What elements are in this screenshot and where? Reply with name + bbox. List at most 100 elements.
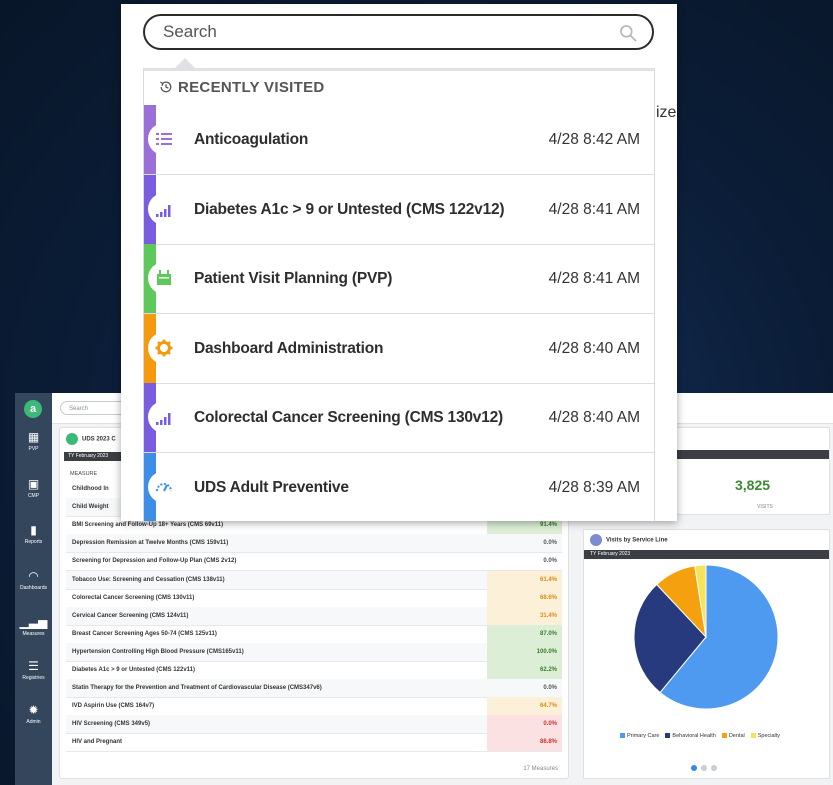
table-row[interactable]: Diabetes A1c > 9 or Untested (CMS 122v11… xyxy=(66,661,562,680)
visits-by-service-line-card: Visits by Service Line TY February 2023 … xyxy=(583,529,830,779)
recent-item[interactable]: Patient Visit Planning (PVP) 4/28 8:41 A… xyxy=(144,244,654,314)
measure-name: HIV Screening (CMS 349v5) xyxy=(72,721,151,728)
legend-swatch xyxy=(620,733,625,739)
list-icon: ☰ xyxy=(28,659,39,673)
recent-item[interactable]: Anticoagulation 4/28 8:42 AM xyxy=(144,105,654,175)
measure-value: 31.4% xyxy=(487,606,562,625)
background-text: ize xyxy=(656,104,677,121)
recently-visited-heading: RECENTLY VISITED xyxy=(158,79,325,96)
visits-value: 3,825 xyxy=(735,477,771,493)
table-row[interactable]: Screening for Depression and Follow-Up P… xyxy=(66,552,562,572)
recent-item-title: Anticoagulation xyxy=(194,131,309,148)
sidebar-item-label: Measures xyxy=(22,631,45,637)
recent-item-time: 4/28 8:42 AM xyxy=(548,131,640,148)
gauge-icon: ◠ xyxy=(28,569,39,583)
table-row[interactable]: Colorectal Cancer Screening (CMS 130v11)… xyxy=(66,588,562,608)
period-bar: TY February 2023 xyxy=(584,550,829,559)
measure-name: Breast Cancer Screening Ages 50-74 (CMS … xyxy=(72,630,217,637)
table-row[interactable]: Statin Therapy for the Prevention and Tr… xyxy=(66,679,562,699)
recent-item-time: 4/28 8:41 AM xyxy=(548,200,640,218)
legend-swatch xyxy=(721,733,727,739)
sidebar-item-admin[interactable]: ✹ Admin xyxy=(15,703,52,725)
measure-value: 0.0% xyxy=(543,558,557,565)
recent-item-title: Diabetes A1c > 9 or Untested (CMS 122v12… xyxy=(194,200,505,218)
chart-legend: Primary Care Behavioral Health Dental Speci… xyxy=(614,733,780,739)
gauge-icon xyxy=(148,470,180,503)
measure-value: 0.0% xyxy=(543,685,557,692)
search-input[interactable] xyxy=(163,22,603,42)
measure-name: Statin Therapy for the Prevention and Tr… xyxy=(72,685,322,692)
app-logo[interactable]: a xyxy=(24,400,42,418)
gear-icon xyxy=(148,331,180,364)
measure-name: Tobacco Use: Screening and Cessation (CM… xyxy=(72,576,225,583)
sidebar-item-reports[interactable]: ▮ Reports xyxy=(15,523,52,545)
sidebar-item-label: CMP xyxy=(27,493,40,499)
table-row[interactable]: HIV Screening (CMS 349v5) 0.0% xyxy=(66,715,562,735)
sidebar-item-cmp[interactable]: ▣ CMP xyxy=(15,477,52,499)
recent-item[interactable]: Diabetes A1c > 9 or Untested (CMS 122v12… xyxy=(144,174,654,245)
popover-caret xyxy=(175,58,195,68)
sidebar-item-registries[interactable]: ☰ Registries xyxy=(15,659,52,681)
calendar-icon: ▦ xyxy=(27,430,40,444)
measure-value: 62.2% xyxy=(487,661,562,679)
chart-icon xyxy=(590,534,602,546)
search-icon[interactable] xyxy=(618,23,638,43)
measure-value: 61.4% xyxy=(487,570,562,589)
measure-value: 86.8% xyxy=(487,733,562,752)
measure-count: 17 Measures xyxy=(523,766,558,772)
recent-item-time: 4/28 8:40 AM xyxy=(548,339,640,357)
measure-name: Colorectal Cancer Screening (CMS 130v11) xyxy=(72,594,195,601)
sidebar-item-pvp[interactable]: ▦ PVP xyxy=(15,430,52,452)
table-row[interactable]: IVD Aspirin Use (CMS 164v7) 64.7% xyxy=(66,697,562,717)
search-box[interactable] xyxy=(143,14,654,50)
sidebar-item-measures[interactable]: ▁▃▅ Measures xyxy=(15,615,52,637)
table-row[interactable]: Breast Cancer Screening Ages 50-74 (CMS … xyxy=(66,624,562,644)
recent-item-title: Colorectal Cancer Screening (CMS 130v12) xyxy=(194,409,504,426)
legend-swatch xyxy=(750,733,756,739)
visits-label: VISITS xyxy=(757,504,773,510)
recent-item-title: Dashboard Administration xyxy=(194,339,384,357)
bar-chart-icon xyxy=(148,192,180,225)
legend-swatch xyxy=(665,733,671,739)
sidebar-item-dashboards[interactable]: ◠ Dashboards xyxy=(15,569,52,591)
table-row[interactable]: Cervical Cancer Screening (CMS 124v11) 3… xyxy=(66,606,562,626)
table-row[interactable]: Hypertension Controlling High Blood Pres… xyxy=(66,642,562,662)
card-title: UDS 2023 C xyxy=(66,433,116,445)
table-row[interactable]: HIV and Pregnant 86.8% xyxy=(66,733,562,753)
clipboard-icon xyxy=(66,433,78,445)
sidebar-item-label: Admin xyxy=(26,719,41,725)
measure-name: Cervical Cancer Screening (CMS 124v11) xyxy=(72,612,189,619)
measure-value: 64.7% xyxy=(487,697,562,716)
measure-value: 0.0% xyxy=(543,540,557,547)
app-sidebar: a ▦ PVP ▣ CMP ▮ Reports ◠ Dashboards ▁▃▅… xyxy=(15,393,52,785)
measure-value: 87.0% xyxy=(487,624,562,643)
sidebar-item-label: Reports xyxy=(24,539,43,545)
legend-label: Dental xyxy=(728,733,745,739)
recent-item-title: UDS Adult Preventive xyxy=(194,478,349,496)
legend-label: Behavioral Health xyxy=(672,733,716,739)
measure-name: Diabetes A1c > 9 or Untested (CMS 122v11… xyxy=(72,667,195,673)
measure-name: Childhood In xyxy=(72,486,109,492)
search-popover: ize RECENTLY VISITED Anticoagulation 4/2… xyxy=(121,4,677,521)
carousel-dots[interactable] xyxy=(689,758,719,776)
measure-value: 100.0% xyxy=(487,642,562,661)
measure-name: HIV and Pregnant xyxy=(72,739,123,746)
measure-value: 68.6% xyxy=(487,588,562,607)
measure-name: IVD Aspirin Use (CMS 164v7) xyxy=(72,703,155,710)
recent-item[interactable]: Colorectal Cancer Screening (CMS 130v12)… xyxy=(144,383,654,453)
table-row[interactable]: Tobacco Use: Screening and Cessation (CM… xyxy=(66,570,562,590)
measure-name: Depression Remission at Twelve Months (C… xyxy=(72,540,229,547)
legend-label: Specialty xyxy=(757,733,781,739)
recent-item-time: 4/28 8:40 AM xyxy=(548,409,640,426)
recent-item[interactable]: Dashboard Administration 4/28 8:40 AM xyxy=(144,313,654,384)
table-row[interactable]: Depression Remission at Twelve Months (C… xyxy=(66,534,562,554)
legend-label: Primary Care xyxy=(627,733,660,739)
measure-name: Child Weight xyxy=(72,504,109,511)
recent-item-title: Patient Visit Planning (PVP) xyxy=(194,270,393,287)
measure-name: Hypertension Controlling High Blood Pres… xyxy=(72,648,244,655)
clipboard-icon: ▮ xyxy=(30,523,37,537)
recent-item[interactable]: UDS Adult Preventive 4/28 8:39 AM xyxy=(144,452,654,521)
service-line-pie-chart xyxy=(633,564,779,710)
measure-column-header: MEASURE xyxy=(70,471,98,477)
history-icon xyxy=(160,81,172,93)
